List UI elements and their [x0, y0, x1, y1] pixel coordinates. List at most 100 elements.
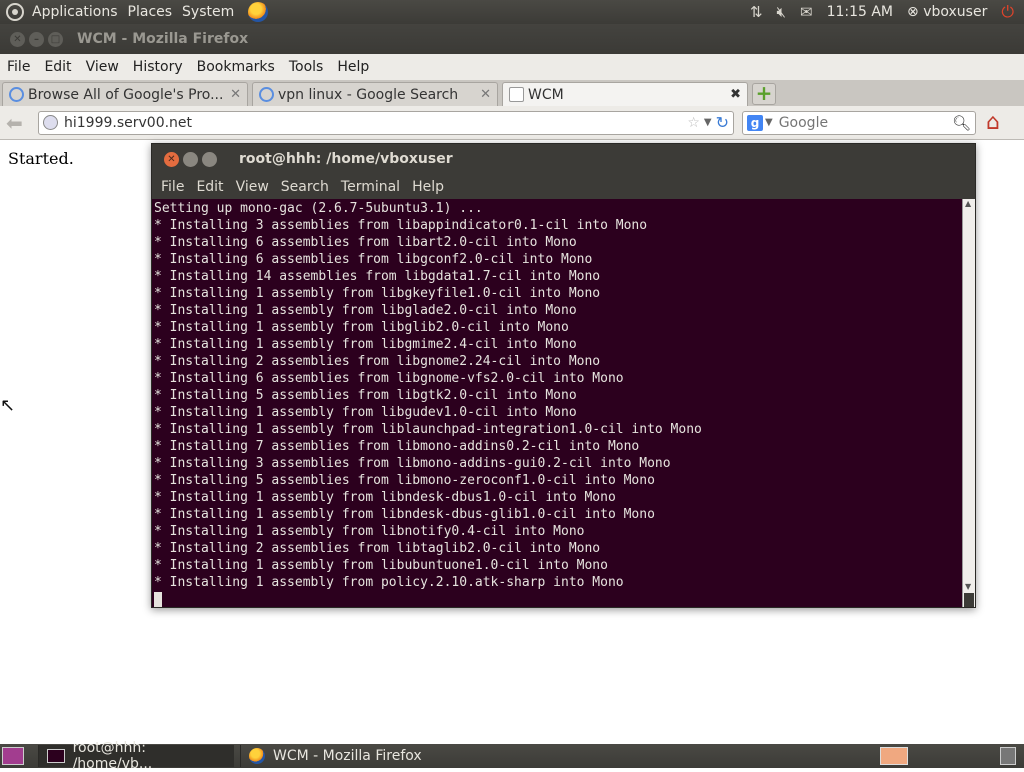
taskbar-label: root@hhh: /home/vb... — [72, 740, 153, 772]
search-icon[interactable]: 🔍︎ — [952, 114, 971, 132]
user-status-icon: ⊗ — [907, 4, 919, 20]
reload-icon[interactable]: ↻ — [716, 113, 729, 132]
tab-vpn-linux[interactable]: vpn linux - Google Search ✕ — [252, 82, 498, 106]
terminal-line: * Installing 3 assemblies from libappind… — [154, 218, 648, 233]
terminal-line: * Installing 6 assemblies from libart2.0… — [154, 235, 577, 250]
taskbar-item-terminal[interactable]: root@hhh: /home/vb... — [38, 740, 234, 772]
terminal-window[interactable]: ✕ root@hhh: /home/vboxuser File Edit Vie… — [151, 143, 976, 608]
window-title: WCM - Mozilla Firefox — [77, 31, 249, 47]
terminal-line: * Installing 1 assembly from policy.2.10… — [154, 575, 624, 590]
tab-google-products[interactable]: Browse All of Google's Pro... ✕ — [2, 82, 248, 106]
terminal-menu-edit[interactable]: Edit — [191, 179, 228, 195]
system-menu[interactable]: System — [182, 4, 234, 20]
terminal-menu-file[interactable]: File — [156, 179, 189, 195]
terminal-line: * Installing 6 assemblies from libgconf2… — [154, 252, 593, 267]
network-icon[interactable]: ⇅ — [750, 3, 763, 21]
terminal-line: * Installing 1 assembly from libgudev1.0… — [154, 405, 577, 420]
workspace-switcher[interactable] — [880, 747, 908, 765]
applications-menu[interactable]: Applications — [32, 4, 118, 20]
bottom-panel: root@hhh: /home/vb... WCM - Mozilla Fire… — [0, 740, 1024, 772]
home-icon[interactable]: ⌂ — [986, 110, 1000, 135]
menu-file[interactable]: File — [2, 59, 35, 75]
terminal-line: * Installing 1 assembly from liblaunchpa… — [154, 422, 702, 437]
terminal-line: * Installing 3 assemblies from libmono-a… — [154, 456, 671, 471]
new-tab-button[interactable]: + — [752, 83, 776, 105]
back-arrow-icon[interactable]: ⬅ — [6, 111, 32, 135]
taskbar-label: WCM - Mozilla Firefox — [273, 748, 422, 764]
terminal-line: * Installing 2 assemblies from libgnome2… — [154, 354, 601, 369]
blank-page-icon — [509, 87, 524, 102]
terminal-scrollbar[interactable]: ▲ ▼ — [962, 199, 975, 607]
close-tab-icon[interactable]: ✕ — [230, 87, 241, 102]
site-identity-icon[interactable] — [43, 115, 58, 130]
menu-edit[interactable]: Edit — [39, 59, 76, 75]
power-icon[interactable]: ⏻ — [1001, 2, 1014, 22]
firefox-menubar: File Edit View History Bookmarks Tools H… — [0, 54, 1024, 80]
terminal-icon — [47, 749, 65, 763]
terminal-line: * Installing 2 assemblies from libtaglib… — [154, 541, 601, 556]
menu-help[interactable]: Help — [332, 59, 374, 75]
history-dropdown-icon[interactable]: ▼ — [704, 117, 712, 128]
maximize-window-icon[interactable]: □ — [48, 31, 63, 47]
search-input[interactable] — [778, 114, 952, 131]
close-tab-icon[interactable]: ✖ — [730, 87, 741, 102]
close-tab-icon[interactable]: ✕ — [480, 87, 491, 102]
close-window-icon[interactable]: ✕ — [164, 151, 179, 167]
terminal-line: * Installing 1 assembly from libnotify0.… — [154, 524, 585, 539]
menu-view[interactable]: View — [81, 59, 124, 75]
menu-tools[interactable]: Tools — [284, 59, 329, 75]
terminal-title: root@hhh: /home/vboxuser — [239, 151, 453, 167]
taskbar-item-firefox[interactable]: WCM - Mozilla Firefox — [240, 745, 440, 767]
user-name: vboxuser — [923, 4, 988, 20]
terminal-titlebar[interactable]: ✕ root@hhh: /home/vboxuser — [152, 144, 975, 174]
show-desktop-icon[interactable] — [2, 747, 24, 765]
places-menu[interactable]: Places — [128, 4, 173, 20]
menu-history[interactable]: History — [128, 59, 188, 75]
firefox-titlebar: ✕ – □ WCM - Mozilla Firefox — [0, 24, 1024, 54]
trash-icon[interactable] — [1000, 747, 1016, 765]
tab-strip: Browse All of Google's Pro... ✕ vpn linu… — [0, 80, 1024, 106]
tab-wcm[interactable]: WCM ✖ — [502, 82, 748, 106]
search-engine-dropdown-icon[interactable]: ▼ — [765, 117, 773, 128]
scroll-up-icon[interactable]: ▲ — [965, 199, 971, 208]
mail-icon[interactable]: ✉ — [800, 3, 813, 21]
scroll-down-icon[interactable]: ▼ — [965, 582, 971, 591]
terminal-line: * Installing 1 assembly from libgmime2.4… — [154, 337, 577, 352]
firefox-launcher-icon[interactable] — [248, 2, 269, 22]
terminal-line: Setting up mono-gac (2.6.7-5ubuntu3.1) .… — [154, 201, 483, 216]
terminal-menubar: File Edit View Search Terminal Help — [152, 174, 975, 200]
close-window-icon[interactable]: ✕ — [10, 31, 25, 47]
google-favicon-icon — [259, 87, 274, 102]
terminal-menu-help[interactable]: Help — [407, 179, 449, 195]
clock[interactable]: 11:15 AM — [827, 4, 893, 20]
minimize-window-icon[interactable]: – — [29, 31, 44, 47]
user-menu[interactable]: ⊗ vboxuser — [907, 4, 987, 20]
terminal-menu-view[interactable]: View — [231, 179, 274, 195]
volume-muted-icon[interactable]: 🔇︎ — [777, 3, 786, 21]
terminal-line: * Installing 1 assembly from libndesk-db… — [154, 507, 655, 522]
top-panel: Applications Places System ⇅ 🔇︎ ✉ 11:15 … — [0, 0, 1024, 24]
google-favicon-icon — [9, 87, 24, 102]
minimize-window-icon[interactable] — [183, 151, 198, 167]
scrollbar-thumb[interactable] — [964, 593, 974, 607]
terminal-output[interactable]: Setting up mono-gac (2.6.7-5ubuntu3.1) .… — [152, 199, 962, 607]
terminal-menu-terminal[interactable]: Terminal — [336, 179, 405, 195]
url-bar[interactable]: hi1999.serv00.net ☆ ▼ ↻ — [38, 110, 734, 135]
menu-bookmarks[interactable]: Bookmarks — [192, 59, 280, 75]
terminal-line: * Installing 1 assembly from libgkeyfile… — [154, 286, 601, 301]
google-search-engine-icon[interactable]: g — [747, 114, 763, 131]
search-bar[interactable]: g ▼ 🔍︎ — [742, 110, 976, 135]
maximize-window-icon[interactable] — [202, 151, 217, 167]
tab-label: vpn linux - Google Search — [278, 86, 459, 103]
terminal-menu-search[interactable]: Search — [276, 179, 334, 195]
bookmark-star-icon[interactable]: ☆ — [687, 115, 700, 131]
url-text[interactable]: hi1999.serv00.net — [64, 115, 687, 131]
ubuntu-logo-icon — [6, 3, 24, 21]
terminal-line: * Installing 7 assemblies from libmono-a… — [154, 439, 640, 454]
navigation-bar: ⬅ hi1999.serv00.net ☆ ▼ ↻ g ▼ 🔍︎ ⌂ — [0, 106, 1024, 140]
tab-label: WCM — [528, 86, 564, 103]
mouse-cursor-icon: ↖ — [0, 395, 16, 416]
terminal-line: * Installing 1 assembly from libglade2.0… — [154, 303, 577, 318]
firefox-icon — [249, 748, 265, 764]
terminal-line: * Installing 1 assembly from libndesk-db… — [154, 490, 616, 505]
